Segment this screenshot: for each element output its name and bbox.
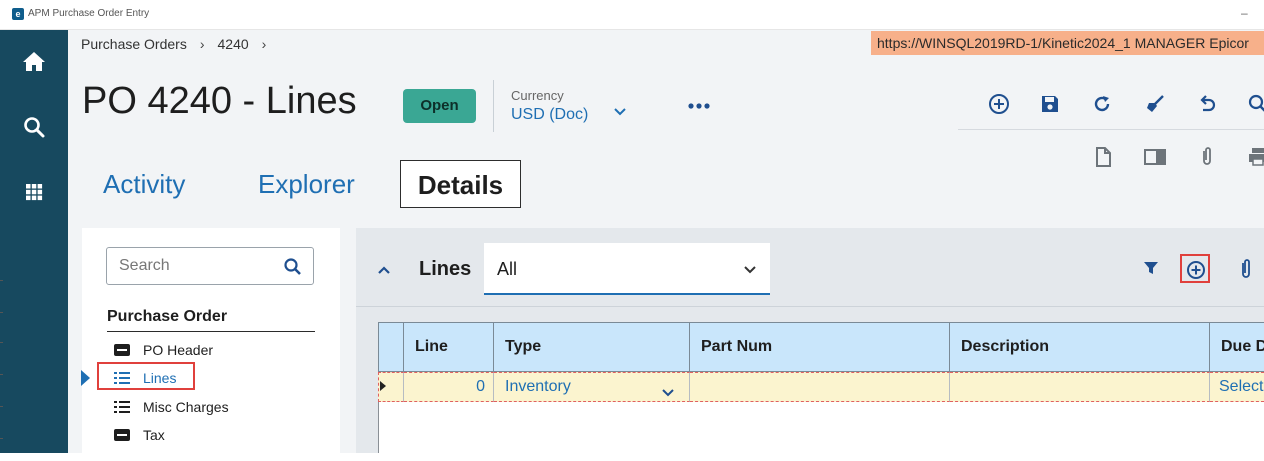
chevron-down-icon[interactable]	[661, 381, 675, 397]
search-icon[interactable]	[283, 257, 303, 277]
chevron-up-icon[interactable]	[376, 263, 392, 277]
window-edge-marks	[0, 280, 4, 450]
panel-icon[interactable]	[1143, 145, 1167, 169]
status-badge: Open	[403, 89, 476, 123]
bottom-edge	[0, 453, 1264, 461]
minimize-icon[interactable]: –	[1241, 6, 1248, 20]
toolbar-divider	[958, 129, 1264, 130]
sidebar-search	[106, 247, 314, 285]
cell-type[interactable]: Inventory	[494, 372, 690, 402]
column-header-due-date[interactable]: Due Date	[1210, 322, 1264, 372]
new-document-icon[interactable]	[1091, 145, 1115, 169]
section-title: Purchase Order	[107, 308, 228, 325]
card-icon	[113, 428, 131, 442]
server-banner: https://WINSQL2019RD-1/Kinetic2024_1 MAN…	[871, 31, 1264, 55]
apps-grid-icon[interactable]	[19, 177, 49, 207]
tab-details[interactable]: Details	[400, 160, 521, 208]
column-header-part-num[interactable]: Part Num	[690, 322, 950, 372]
search-input[interactable]	[119, 256, 279, 276]
filter-icon[interactable]	[1143, 260, 1159, 276]
add-line-button[interactable]	[1180, 254, 1210, 283]
search-icon[interactable]	[19, 112, 49, 142]
currency-select[interactable]: USD (Doc)	[511, 106, 588, 124]
column-header-description[interactable]: Description	[950, 322, 1210, 372]
add-icon	[1187, 261, 1205, 279]
list-icon	[113, 371, 131, 385]
currency-label: Currency	[511, 88, 564, 103]
home-icon[interactable]	[19, 47, 49, 77]
more-options-icon[interactable]	[687, 98, 711, 114]
sidebar-item-label: PO Header	[143, 342, 214, 358]
cell-description[interactable]	[950, 372, 1210, 402]
current-row-marker	[380, 381, 386, 391]
window-titlebar: e APM Purchase Order Entry –	[0, 0, 1264, 30]
epicor-logo: e	[12, 8, 24, 20]
add-icon[interactable]	[987, 92, 1011, 116]
cell-part-num[interactable]	[690, 372, 950, 402]
selected-item-marker	[81, 370, 90, 386]
header-divider	[493, 80, 494, 132]
chevron-down-icon	[742, 263, 758, 277]
page-title: PO 4240 - Lines	[82, 80, 357, 122]
refresh-icon[interactable]	[1090, 92, 1114, 116]
search-icon[interactable]	[1246, 92, 1264, 116]
attachment-icon[interactable]	[1238, 258, 1254, 280]
list-icon	[113, 400, 131, 414]
sidebar-item-label: Tax	[143, 427, 165, 443]
panel-title: Lines	[419, 258, 472, 280]
row-selector-header	[378, 322, 404, 372]
sidebar-item-label: Misc Charges	[143, 399, 229, 415]
lines-filter-value: All	[497, 259, 518, 279]
column-header-type[interactable]: Type	[494, 322, 690, 372]
cell-type-value: Inventory	[505, 378, 571, 395]
section-divider	[107, 331, 315, 332]
clear-icon[interactable]	[1143, 92, 1167, 116]
breadcrumb-separator: ›	[261, 36, 267, 52]
breadcrumb-current[interactable]: 4240	[218, 36, 249, 52]
left-nav	[0, 30, 68, 461]
tab-explorer[interactable]: Explorer	[258, 160, 355, 208]
chevron-down-icon[interactable]	[612, 104, 628, 120]
column-header-line[interactable]: Line	[404, 322, 494, 372]
lines-filter-select[interactable]: All	[484, 243, 770, 295]
panel-header-divider	[356, 306, 1264, 307]
breadcrumb: Purchase Orders › 4240 ›	[81, 36, 279, 52]
tab-activity[interactable]: Activity	[103, 160, 185, 208]
sidebar-item-label: Lines	[143, 370, 177, 386]
save-icon[interactable]	[1038, 92, 1062, 116]
breadcrumb-separator: ›	[199, 36, 205, 52]
undo-icon[interactable]	[1195, 92, 1219, 116]
cell-line[interactable]: 0	[404, 372, 494, 402]
attachment-icon[interactable]	[1195, 145, 1219, 169]
breadcrumb-root[interactable]: Purchase Orders	[81, 36, 187, 52]
window-title: APM Purchase Order Entry	[28, 8, 150, 19]
print-icon[interactable]	[1246, 145, 1264, 169]
card-icon	[113, 343, 131, 357]
cell-due-date[interactable]: Select	[1210, 372, 1264, 402]
